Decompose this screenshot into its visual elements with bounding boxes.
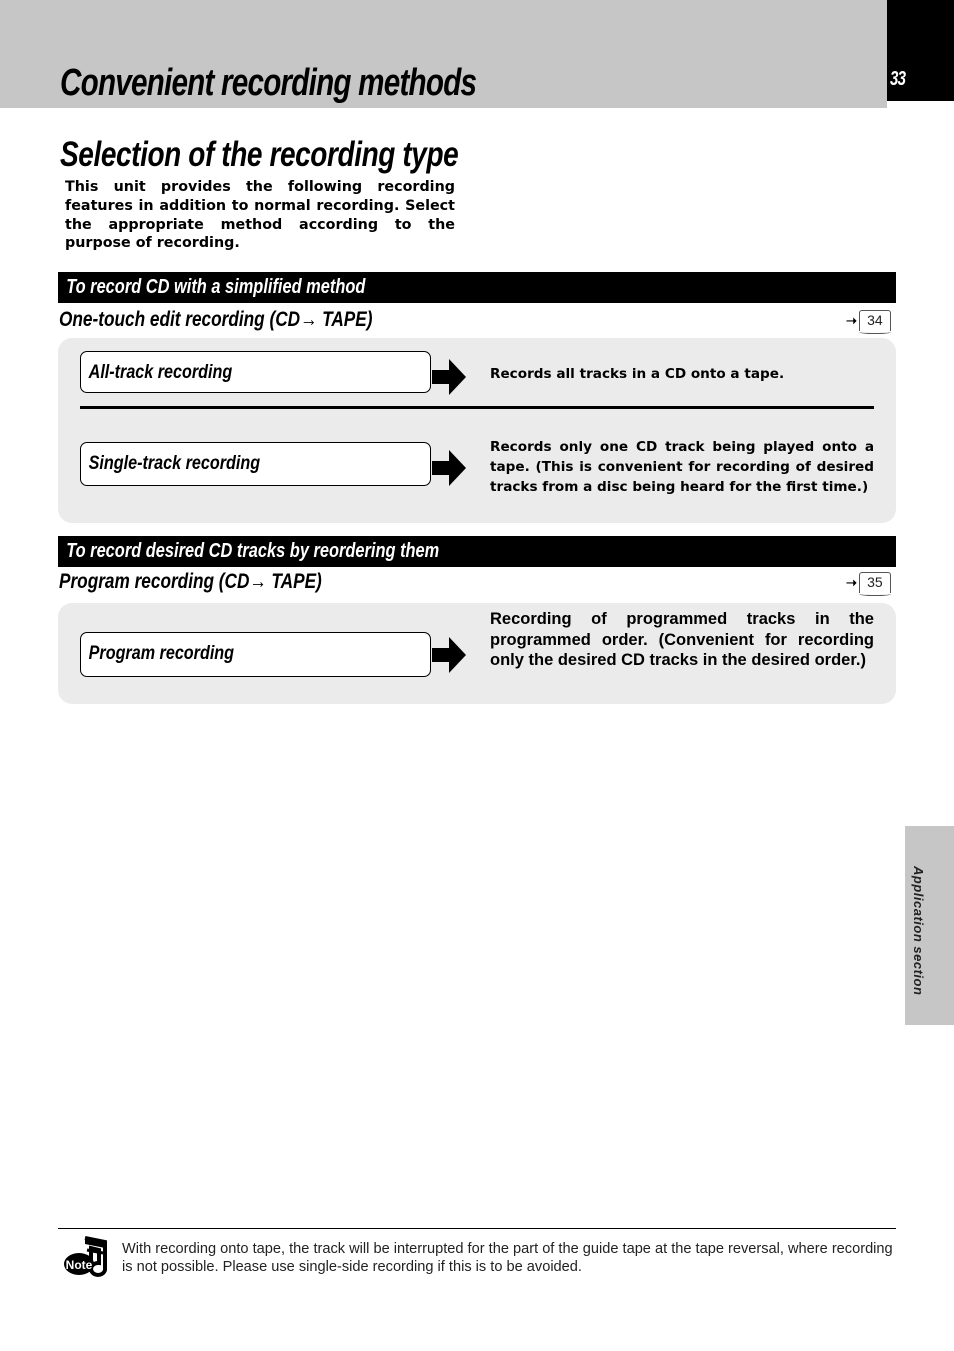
arrow-right-icon — [432, 359, 466, 395]
page-reference-34[interactable]: ➝ 34 — [846, 310, 891, 334]
group-heading-one-touch: One-touch edit recording (CD→ TAPE) — [59, 308, 373, 331]
page-reference-35[interactable]: ➝ 35 — [846, 572, 891, 596]
mode-box-program: Program recording — [80, 632, 431, 677]
divider — [80, 406, 874, 409]
panel-program: Program recording Recording of programme… — [58, 603, 896, 704]
note-music-icon: Note — [64, 1236, 107, 1277]
arrow-right-icon: ➝ — [846, 575, 857, 590]
panel-one-touch: All-track recording Records all tracks i… — [58, 338, 896, 523]
mode-description: Recording of programmed tracks in the pr… — [490, 610, 874, 669]
mode-label: All-track recording — [88, 362, 233, 383]
mode-description: Records only one CD track being played o… — [490, 439, 874, 495]
group-bar-label: To record desired CD tracks by reorderin… — [66, 540, 440, 562]
note-icon-text: Note — [66, 1258, 93, 1272]
mode-box-single-track: Single-track recording — [80, 442, 431, 486]
section-title: Selection of the recording type — [60, 135, 459, 174]
group-bar-label: To record CD with a simplified method — [66, 276, 366, 298]
note-text: With recording onto tape, the track will… — [122, 1241, 893, 1275]
arrow-right-icon — [432, 637, 466, 673]
intro-paragraph: This unit provides the following recordi… — [65, 179, 455, 252]
mode-description: Records all tracks in a CD onto a tape. — [490, 366, 785, 382]
mode-label: Single-track recording — [88, 453, 261, 474]
arrow-right-icon: ➝ — [846, 313, 857, 328]
page-number: 33 — [890, 68, 906, 90]
mode-label: Program recording — [88, 643, 235, 664]
group-bar-reordering: To record desired CD tracks by reorderin… — [58, 536, 896, 567]
book-page-ref-icon: 35 — [858, 572, 891, 596]
chapter-title: Convenient recording methods — [60, 62, 477, 104]
footer-rule — [58, 1228, 896, 1229]
mode-box-all-track: All-track recording — [80, 351, 431, 393]
group-bar-simplified: To record CD with a simplified method — [58, 272, 896, 303]
side-tab-label: Application section — [911, 866, 926, 996]
book-page-ref-icon: 34 — [858, 310, 891, 334]
group-heading-program: Program recording (CD→ TAPE) — [59, 570, 322, 593]
arrow-right-icon — [432, 450, 466, 486]
